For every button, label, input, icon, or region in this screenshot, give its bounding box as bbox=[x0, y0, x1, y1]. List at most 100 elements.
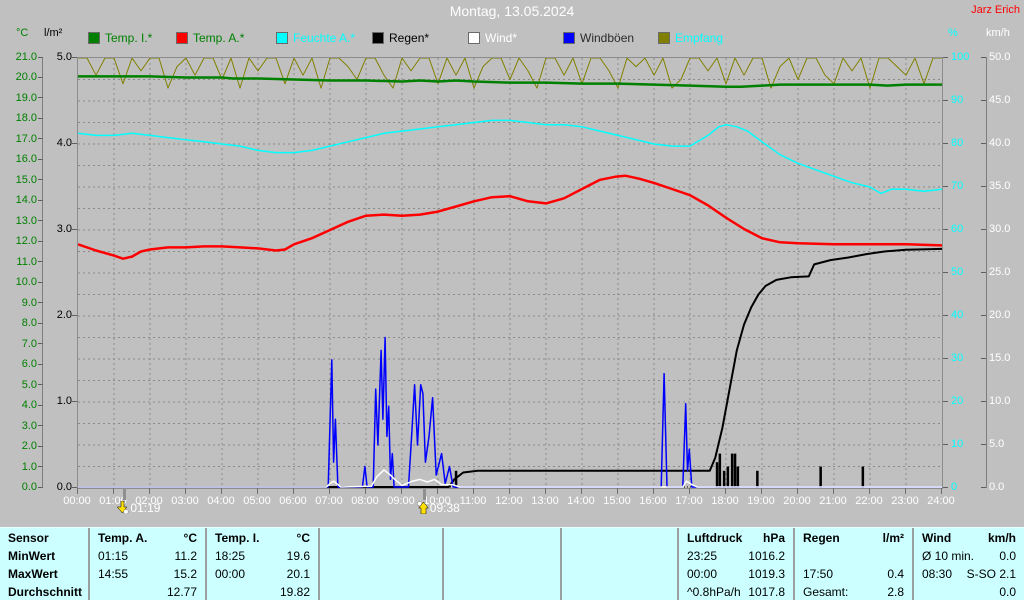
y-tick-label-rain_lm2: 0.0 bbox=[57, 482, 72, 493]
table-cell-value: S-SO 2.1 bbox=[967, 565, 1016, 583]
y-tick-mark-wind_kmh bbox=[981, 186, 986, 187]
x-tick-mark bbox=[653, 488, 654, 494]
legend-item-temp-a: Temp. A.* bbox=[176, 31, 244, 45]
rain-rate-bar bbox=[734, 454, 737, 488]
table-cell-value: 0.4 bbox=[887, 565, 904, 583]
axis-unit-rain: l/m² bbox=[44, 27, 62, 39]
table-cell-row bbox=[444, 565, 560, 583]
y-tick-mark-temp_c bbox=[38, 282, 43, 283]
table-cell-time: 08:30 bbox=[922, 565, 952, 583]
table-header-regen: Regenl/m² bbox=[795, 529, 912, 547]
marker-01-19: 01:19 bbox=[117, 501, 160, 515]
y-tick-label-wind_kmh: 30.0 bbox=[989, 224, 1010, 235]
y-tick-label-temp_c: 15.0 bbox=[16, 175, 37, 186]
y-tick-mark-temp_c bbox=[38, 364, 43, 365]
y-tick-label-wind_kmh: 45.0 bbox=[989, 95, 1010, 106]
y-tick-label-humidity_pct: 60 bbox=[951, 224, 963, 235]
x-tick-mark bbox=[329, 488, 330, 494]
y-tick-mark-temp_c bbox=[38, 446, 43, 447]
table-cell-row bbox=[795, 547, 912, 565]
y-tick-mark-temp_c bbox=[38, 261, 43, 262]
y-tick-mark-temp_c bbox=[38, 97, 43, 98]
table-cell-value: 0.0 bbox=[999, 547, 1016, 565]
rain-rate-bar bbox=[862, 467, 865, 489]
x-tick-mark bbox=[221, 488, 222, 494]
y-tick-label-wind_kmh: 40.0 bbox=[989, 138, 1010, 149]
station-owner-label: Jarz Erich bbox=[971, 4, 1020, 16]
table-cell-time: 17:50 bbox=[803, 565, 833, 583]
y-tick-mark-humidity_pct bbox=[943, 315, 948, 316]
x-tick-mark bbox=[905, 488, 906, 494]
y-tick-mark-wind_kmh bbox=[981, 143, 986, 144]
x-tick-mark bbox=[437, 488, 438, 494]
table-cell-row: 23:251016.2 bbox=[679, 547, 793, 565]
y-tick-label-temp_c: 19.0 bbox=[16, 93, 37, 104]
y-tick-label-humidity_pct: 30 bbox=[951, 353, 963, 364]
table-header-name: Wind bbox=[922, 529, 951, 547]
x-tick-mark bbox=[113, 488, 114, 494]
y-tick-mark-humidity_pct bbox=[943, 487, 948, 488]
y-tick-label-wind_kmh: 5.0 bbox=[989, 439, 1004, 450]
table-cell-time: Ø 10 min. bbox=[922, 547, 974, 565]
table-header-name: Temp. I. bbox=[215, 529, 259, 547]
legend-swatch-icon-empfang bbox=[658, 32, 670, 44]
legend-swatch-icon-feuchte-a bbox=[276, 32, 288, 44]
table-header-unit: °C bbox=[184, 529, 197, 547]
table-cell-row: 00:001019.3 bbox=[679, 565, 793, 583]
legend-label-empfang: Empfang bbox=[675, 31, 723, 45]
table-cell-value: 12.77 bbox=[167, 583, 197, 600]
y-tick-mark-temp_c bbox=[38, 77, 43, 78]
table-cell-time: 18:25 bbox=[215, 547, 245, 565]
table-cell-time: Gesamt: bbox=[803, 583, 848, 600]
y-tick-mark-temp_c bbox=[38, 138, 43, 139]
table-cell-row: Gesamt: 2.8 bbox=[795, 583, 912, 600]
legend-swatch-icon-regen bbox=[372, 32, 384, 44]
x-tick-mark bbox=[401, 488, 402, 494]
table-cell-value: 2.8 bbox=[887, 583, 904, 600]
y-tick-label-humidity_pct: 70 bbox=[951, 181, 963, 192]
legend-item-temp-i: Temp. I.* bbox=[88, 31, 152, 45]
series-feuchte_a bbox=[78, 120, 942, 193]
rain-rate-bar bbox=[723, 471, 726, 488]
table-cell-row bbox=[444, 547, 560, 565]
y-tick-label-temp_c: 12.0 bbox=[16, 236, 37, 247]
y-tick-label-temp_c: 0.0 bbox=[22, 482, 37, 493]
y-tick-label-temp_c: 16.0 bbox=[16, 154, 37, 165]
table-cell-time: 01:15 bbox=[98, 547, 128, 565]
table-cell-row bbox=[320, 583, 442, 600]
table-col-luftdruck: LuftdruckhPa23:251016.200:001019.3^0.8hP… bbox=[677, 528, 793, 600]
table-cell-row: 12.77 bbox=[90, 583, 205, 600]
rain-rate-bar bbox=[719, 454, 722, 488]
y-tick-label-humidity_pct: 80 bbox=[951, 138, 963, 149]
table-header-unit: l/m² bbox=[883, 529, 904, 547]
y-tick-label-temp_c: 7.0 bbox=[22, 339, 37, 350]
table-cell-row: 17:50 0.4 bbox=[795, 565, 912, 583]
x-tick-mark bbox=[761, 488, 762, 494]
table-cell-time: ^0.8hPa/h bbox=[687, 583, 741, 600]
legend-swatch-icon-temp-a bbox=[176, 32, 188, 44]
y-tick-mark-temp_c bbox=[38, 302, 43, 303]
y-tick-label-rain_lm2: 2.0 bbox=[57, 310, 72, 321]
table-cell-row: 19.82 bbox=[207, 583, 318, 600]
table-cell-row bbox=[562, 547, 677, 565]
y-tick-label-humidity_pct: 0 bbox=[951, 482, 957, 493]
y-tick-label-temp_c: 8.0 bbox=[22, 318, 37, 329]
y-tick-mark-temp_c bbox=[38, 466, 43, 467]
y-tick-mark-wind_kmh bbox=[981, 272, 986, 273]
y-tick-label-humidity_pct: 50 bbox=[951, 267, 963, 278]
y-tick-label-temp_c: 6.0 bbox=[22, 359, 37, 370]
table-cell-row: 01:1511.2 bbox=[90, 547, 205, 565]
y-tick-mark-humidity_pct bbox=[943, 272, 948, 273]
axis-line-wind_kmh bbox=[986, 57, 987, 488]
x-tick-label: 24:00 bbox=[919, 495, 963, 507]
x-tick-mark bbox=[869, 488, 870, 494]
y-tick-mark-wind_kmh bbox=[981, 401, 986, 402]
table-cell-value: 20.1 bbox=[287, 565, 310, 583]
y-tick-label-temp_c: 13.0 bbox=[16, 216, 37, 227]
y-tick-label-temp_c: 21.0 bbox=[16, 52, 37, 63]
marker-09-38: 09:38 bbox=[417, 501, 460, 515]
legend-item-wind: Wind* bbox=[468, 31, 517, 45]
series-temp_i bbox=[78, 76, 942, 86]
table-cell-row: 08:30 S-SO 2.1 bbox=[914, 565, 1024, 583]
y-tick-mark-wind_kmh bbox=[981, 229, 986, 230]
